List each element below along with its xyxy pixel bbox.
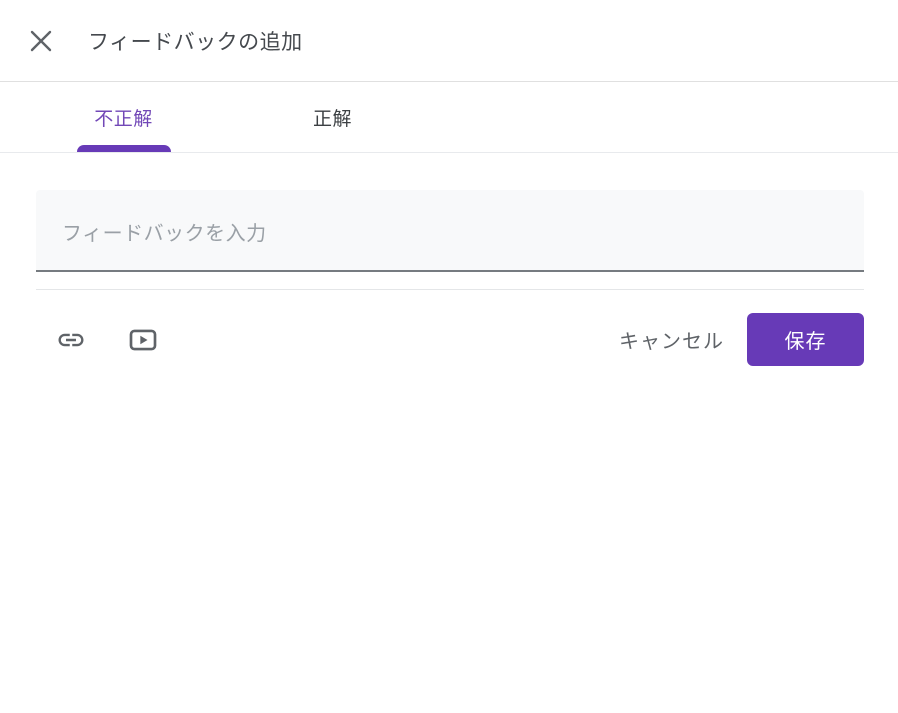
feedback-field [36, 190, 864, 272]
cancel-button[interactable]: キャンセル [609, 317, 734, 362]
feedback-tabbar: 不正解 正解 [0, 82, 898, 153]
content-divider [36, 289, 864, 290]
active-tab-indicator [77, 145, 171, 152]
close-icon [30, 30, 52, 52]
tab-correct[interactable]: 正解 [228, 82, 437, 152]
save-button[interactable]: 保存 [747, 313, 864, 366]
dialog-title: フィードバックの追加 [88, 26, 303, 56]
action-row: キャンセル 保存 [36, 313, 864, 366]
dialog-header: フィードバックの追加 [0, 0, 898, 82]
video-icon [127, 324, 159, 356]
dialog-content: キャンセル 保存 [36, 190, 864, 366]
insert-video-button[interactable] [125, 322, 161, 358]
tab-incorrect-label: 不正解 [94, 104, 153, 131]
close-button[interactable] [21, 21, 61, 61]
feedback-input[interactable] [36, 190, 864, 270]
insert-link-button[interactable] [53, 322, 89, 358]
link-icon [56, 325, 86, 355]
tab-correct-label: 正解 [313, 104, 352, 131]
tab-incorrect[interactable]: 不正解 [19, 82, 228, 152]
